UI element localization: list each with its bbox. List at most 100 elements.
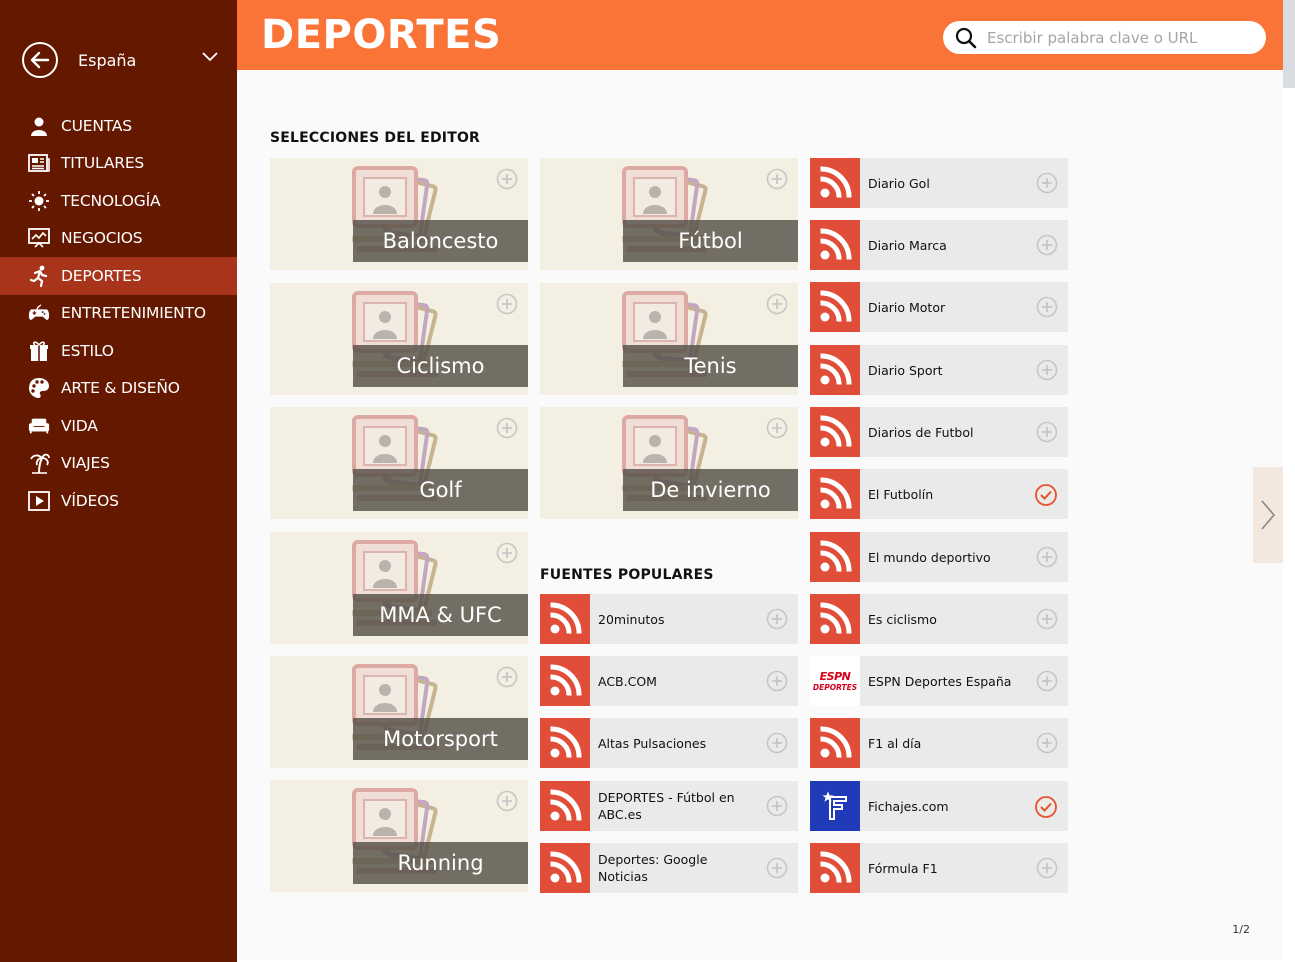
add-icon: [496, 666, 518, 688]
editor-tile[interactable]: MMA & UFC: [270, 532, 528, 644]
bulb-icon: [28, 190, 50, 212]
tile-add-button[interactable]: [766, 417, 788, 443]
add-feed-button[interactable]: [766, 795, 788, 821]
add-feed-button[interactable]: [1036, 296, 1058, 322]
sidebar-item-label: ESTILO: [61, 341, 114, 360]
add-icon: [496, 790, 518, 812]
add-feed-button[interactable]: [766, 732, 788, 758]
feed-item[interactable]: Deportes: Google Noticias: [540, 843, 798, 893]
feed-name: Altas Pulsaciones: [598, 735, 707, 751]
feed-item[interactable]: Fórmula F1: [810, 843, 1068, 893]
subscribed-toggle[interactable]: [1034, 795, 1058, 823]
feed-item[interactable]: El mundo deportivo: [810, 532, 1068, 582]
add-icon: [1036, 857, 1058, 879]
editor-tile[interactable]: Golf: [270, 407, 528, 519]
sidebar-item-label: CUENTAS: [61, 116, 132, 135]
tile-add-button[interactable]: [496, 790, 518, 816]
add-feed-button[interactable]: [766, 857, 788, 883]
add-feed-button[interactable]: [1036, 421, 1058, 447]
sidebar-item-viajes[interactable]: VIAJES: [0, 445, 237, 483]
editor-tile[interactable]: Ciclismo: [270, 283, 528, 395]
add-feed-button[interactable]: [1036, 670, 1058, 696]
feed-item[interactable]: Diarios de Futbol: [810, 407, 1068, 457]
sidebar-item-entretenimiento[interactable]: ENTRETENIMIENTO: [0, 295, 237, 333]
rss-badge: [810, 594, 860, 644]
feed-item[interactable]: El Futbolín: [810, 469, 1068, 519]
tile-add-button[interactable]: [496, 666, 518, 692]
sidebar-item-estilo[interactable]: ESTILO: [0, 332, 237, 370]
header-bar: DEPORTES: [237, 0, 1283, 70]
add-feed-button[interactable]: [1036, 359, 1058, 385]
rss-icon: [550, 726, 582, 758]
add-icon: [496, 417, 518, 439]
page-indicator: 1/2: [1232, 923, 1250, 936]
feed-item[interactable]: 20minutos: [540, 594, 798, 644]
chevron-down-icon[interactable]: [202, 52, 218, 62]
region-selector[interactable]: España: [22, 42, 222, 78]
feed-item[interactable]: Diario Marca: [810, 220, 1068, 270]
add-feed-button[interactable]: [1036, 608, 1058, 634]
add-feed-button[interactable]: [1036, 732, 1058, 758]
feed-name: Diario Gol: [868, 175, 930, 191]
feed-item[interactable]: Diario Motor: [810, 282, 1068, 332]
editor-tile[interactable]: De invierno: [540, 407, 798, 519]
tile-add-button[interactable]: [496, 417, 518, 443]
feed-item[interactable]: Diario Sport: [810, 345, 1068, 395]
feed-item[interactable]: ESPN DEPORTES ESPN Deportes España: [810, 656, 1068, 706]
tile-add-button[interactable]: [496, 168, 518, 194]
chevron-right-icon: [1261, 500, 1276, 530]
feed-item[interactable]: ACB.COM: [540, 656, 798, 706]
sidebar-item-arte-diseno[interactable]: ARTE & DISEÑO: [0, 370, 237, 408]
sidebar-item-titulares[interactable]: TITULARES: [0, 145, 237, 183]
editor-tile[interactable]: Running: [270, 780, 528, 892]
tile-add-button[interactable]: [766, 293, 788, 319]
add-feed-button[interactable]: [1036, 172, 1058, 198]
sidebar-item-deportes[interactable]: DEPORTES: [0, 257, 237, 295]
sidebar-item-label: ENTRETENIMIENTO: [61, 304, 206, 323]
search-input[interactable]: [987, 28, 1247, 47]
add-feed-button[interactable]: [1036, 546, 1058, 572]
sidebar-item-negocios[interactable]: NEGOCIOS: [0, 220, 237, 258]
sidebar-item-vida[interactable]: VIDA: [0, 407, 237, 445]
editor-tile[interactable]: Tenis: [540, 283, 798, 395]
sidebar-item-label: TECNOLOGÍA: [61, 191, 161, 210]
search-box[interactable]: [943, 21, 1266, 54]
add-feed-button[interactable]: [766, 608, 788, 634]
sidebar-item-videos[interactable]: VÍDEOS: [0, 482, 237, 520]
tile-label: Tenis: [623, 345, 798, 387]
editor-tile[interactable]: Motorsport: [270, 656, 528, 768]
sidebar-item-cuentas[interactable]: CUENTAS: [0, 107, 237, 145]
subscribed-toggle[interactable]: [1034, 483, 1058, 511]
feed-name: El mundo deportivo: [868, 549, 991, 565]
next-page-button[interactable]: [1253, 467, 1283, 563]
editor-tile[interactable]: Fútbol: [540, 158, 798, 270]
add-feed-button[interactable]: [766, 670, 788, 696]
rss-badge: [810, 843, 860, 893]
feed-item[interactable]: DEPORTES - Fútbol en ABC.es: [540, 781, 798, 831]
feed-item[interactable]: Es ciclismo: [810, 594, 1068, 644]
rss-icon: [820, 290, 852, 322]
add-icon: [1036, 546, 1058, 568]
add-icon: [766, 670, 788, 692]
add-feed-button[interactable]: [1036, 234, 1058, 260]
espn-logo: ESPN DEPORTES: [810, 656, 860, 706]
tile-add-button[interactable]: [496, 293, 518, 319]
rss-icon: [550, 664, 582, 696]
tile-add-button[interactable]: [496, 542, 518, 568]
feed-item[interactable]: Fichajes.com: [810, 781, 1068, 831]
rss-icon: [820, 851, 852, 883]
add-icon: [766, 795, 788, 817]
feed-name: Diario Motor: [868, 299, 946, 315]
back-button[interactable]: [22, 42, 58, 78]
add-icon: [496, 168, 518, 190]
tile-add-button[interactable]: [766, 168, 788, 194]
back-arrow-icon: [30, 51, 50, 69]
feed-item[interactable]: Altas Pulsaciones: [540, 718, 798, 768]
add-feed-button[interactable]: [1036, 857, 1058, 883]
feed-item[interactable]: F1 al día: [810, 718, 1068, 768]
feed-item[interactable]: Diario Gol: [810, 158, 1068, 208]
editor-tile[interactable]: Baloncesto: [270, 158, 528, 270]
feed-name: Fichajes.com: [868, 798, 949, 814]
tile-label: Golf: [353, 469, 528, 511]
sidebar-item-tecnologia[interactable]: TECNOLOGÍA: [0, 182, 237, 220]
